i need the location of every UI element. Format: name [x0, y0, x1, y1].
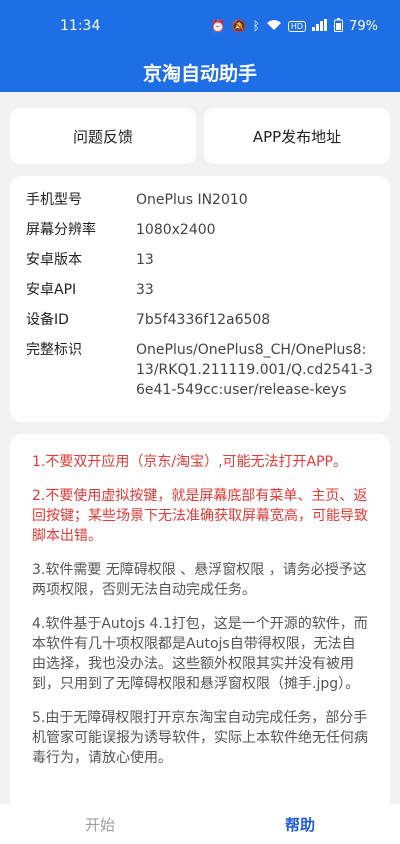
battery-icon — [334, 17, 344, 35]
info-label: 安卓API — [26, 282, 77, 298]
help-tip: 2.不要使用虚拟按键，就是屏幕底部有菜单、主页、返回按键；某些场景下无法准确获取… — [32, 488, 368, 544]
info-row-fingerprint: 完整标识 OnePlus/OnePlus8_CH/OnePlus8:13/RKQ… — [26, 340, 374, 400]
info-value: 7b5f4336f12a6508 — [136, 312, 271, 328]
wifi-icon — [266, 19, 282, 34]
info-row-android-api: 安卓API 33 — [26, 280, 374, 300]
battery-percent: 79% — [349, 18, 378, 34]
mute-icon: 🔕 — [231, 19, 247, 33]
signal-icon — [312, 18, 328, 34]
help-card: 1.不要双开应用（京东/淘宝）,可能无法打开APP。 2.不要使用虚拟按键，就是… — [10, 434, 390, 804]
info-label: 屏幕分辨率 — [26, 222, 96, 238]
info-label: 设备ID — [26, 312, 69, 328]
tab-start[interactable]: 开始 — [0, 804, 200, 844]
help-tip: 4.软件基于Autojs 4.1打包，这是一个开源的软件，而本软件有几十项权限都… — [32, 616, 368, 692]
help-tip: 5.由于无障碍权限打开京东淘宝自动完成任务，部分手机管家可能误报为诱导软件，实际… — [32, 710, 368, 766]
info-label: 完整标识 — [26, 342, 82, 358]
bottom-nav: 开始 帮助 — [0, 804, 400, 844]
info-row-android-version: 安卓版本 13 — [26, 250, 374, 270]
help-tip: 1.不要双开应用（京东/淘宝）,可能无法打开APP。 — [32, 454, 347, 470]
info-row-resolution: 屏幕分辨率 1080x2400 — [26, 220, 374, 240]
alarm-icon: ⏰ — [210, 19, 226, 33]
bluetooth-icon: ᛒ — [252, 19, 260, 33]
status-icons: ⏰ 🔕 ᛒ HD 79% — [210, 17, 378, 35]
info-value: 1080x2400 — [136, 222, 216, 238]
help-tip: 3.软件需要 无障碍权限 、悬浮窗权限 ，请务必授予这两项权限，否则无法自动完成… — [32, 562, 367, 598]
app-title: 京淘自动助手 — [142, 62, 257, 85]
status-bar: 11:34 ⏰ 🔕 ᛒ HD 79% — [0, 0, 400, 52]
info-label: 手机型号 — [26, 192, 82, 208]
info-row-device-id: 设备ID 7b5f4336f12a6508 — [26, 310, 374, 330]
info-row-model: 手机型号 OnePlus IN2010 — [26, 190, 374, 210]
info-value: 33 — [136, 282, 154, 298]
app-bar: 京淘自动助手 — [0, 52, 400, 92]
app-url-button[interactable]: APP发布地址 — [204, 108, 390, 164]
info-value: OnePlus IN2010 — [136, 192, 248, 208]
info-label: 安卓版本 — [26, 252, 82, 268]
info-value: 13 — [136, 252, 154, 268]
hd-icon: HD — [287, 20, 307, 32]
info-value: OnePlus/OnePlus8_CH/OnePlus8:13/RKQ1.211… — [136, 342, 373, 398]
feedback-button[interactable]: 问题反馈 — [10, 108, 196, 164]
tab-help[interactable]: 帮助 — [200, 804, 400, 844]
status-time: 11:34 — [60, 18, 101, 34]
top-buttons: 问题反馈 APP发布地址 — [10, 108, 390, 164]
device-info-card: 手机型号 OnePlus IN2010 屏幕分辨率 1080x2400 安卓版本… — [10, 176, 390, 422]
